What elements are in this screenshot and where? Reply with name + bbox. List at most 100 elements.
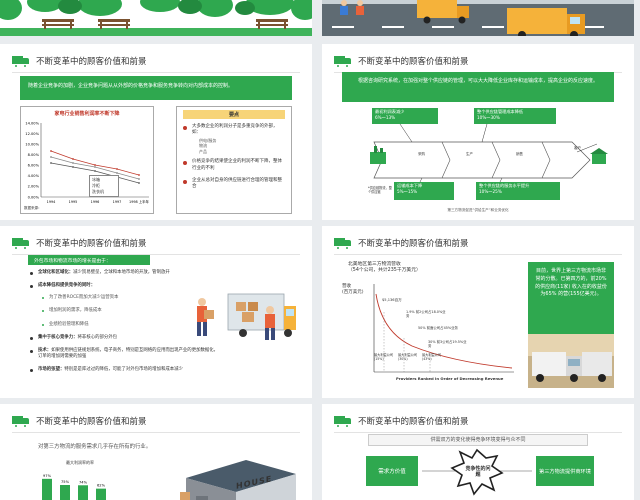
annotation: 50% 前面公司占45%业务 [418,326,458,330]
sub-item: 为了改善ROCE而加大减少运营资本 [42,295,160,301]
flow-label: 销售 [516,152,523,156]
bar-label: 74% [79,480,88,484]
right-box: 第三方物流提供商环境 [536,456,594,486]
banner-text: 随着企业竞争的加剧，企业竞争问题从从外部的价格竞争和服务竞争转向对内部成本的控制… [28,83,234,89]
lead-text: 对第三方物流的服务需求几乎存在所有的行业。 [38,444,152,450]
bar [60,485,70,500]
bar-label: 97% [43,474,52,478]
truck-icon [334,237,352,250]
y-tick-label: 4.00% [28,174,40,178]
sub-point: 产品 [199,148,207,154]
park-illustration [0,0,312,36]
bar [42,478,52,500]
slide-title: 不断变革中的顾客价值和前景 [36,417,147,427]
side-text: 目前，世界上第三方物流市场非常的分散。已第四方的，前20%的供应商(11家) 收… [535,268,607,298]
bar [96,488,106,500]
chart-legend: 冰箱 冷柜 洗衣机 [89,175,119,197]
slide-profit-decline: 不断变革中的顾客价值和前景 随着企业竞争的加剧，企业竞争问题从从外部的价格竞争和… [0,44,312,220]
slide-supply-chain: 不断变革中的顾客价值和前景 根据咨询研究系统，在加强对整个供应链的管理，可以大大… [322,44,634,220]
series-point [116,172,118,174]
y-tick-label: 12.00% [25,132,39,136]
series-point [50,150,52,152]
truck-icon [12,415,30,428]
truck-icon [12,55,30,68]
x-tick-label: 1994 [47,200,56,204]
note: *供应链物流，整个供应链 [368,186,392,194]
key-point: 企业从总对自身的供应链进行合理的管理和整合 [183,178,285,191]
series-point [94,164,96,166]
series-point [138,182,140,184]
series-point [72,166,74,168]
series-point [94,170,96,172]
slide-3pl-demand: 不断变革中的顾客价值和前景 对第三方物流的服务需求几乎存在所有的行业。 最大利润… [0,404,312,500]
revenue-curve-chart [373,284,514,373]
slide-road-scene [322,0,634,36]
flow-label: 采购 [418,152,425,156]
divider [12,72,300,73]
truck-icon [334,55,352,68]
reason-item: 技术：如果使用供应链规划系统，电子商务，特别是互网络的应用而出现产业的更加数据化… [30,348,220,360]
divider [12,432,300,433]
slide-title: 不断变革中的顾客价值和前景 [358,239,469,249]
bar [78,485,88,500]
x-label: Providers Ranked in Order of Decreasing … [396,376,504,381]
y-tick-label: 14.00% [25,121,39,125]
divider [334,432,622,433]
key-point: 价格竞争的结果使企业的利润不断下降，整体行业的不利 [183,159,285,172]
side-text-box: 目前，世界上第三方物流市场非常的分散。已第四方的，前20%的供应商(11家) 收… [528,262,614,388]
caption: 第三方物流促进“供给生产”和业务优化 [447,208,509,212]
chart-panel: 家电行业销售利润率不断下降 14.00% 12.00% 10.00% 8.00% 6.0… [20,106,154,214]
slide-title: 不断变革中的顾客价值和前景 [36,239,147,249]
annotation: 30% 前3公司占19.5%业务 [428,340,467,349]
series-point [94,166,96,168]
key-points-panel: 要点 大多数企业的利润分子是多重竞争的外部，如： 供电/服务 物流 产品 价格竞… [176,106,292,214]
store-icon [590,148,608,164]
annotation: $5,136百万 [382,298,402,302]
annotation: 最大利益公司 (43%) [422,353,442,361]
banner: 随着企业竞争的加剧，企业竞争问题从从外部的价格竞争和服务竞争转向对内部成本的控制… [20,76,292,100]
box-top-left: 最初利润表减少 6%～13% [372,108,438,124]
sub-item: 业绩检验管理和降低 [42,322,160,328]
truck-icon [334,415,352,428]
x-tick-label: 1997 [113,200,122,204]
y-tick-label: 2.00% [28,185,40,189]
key-points-title: 要点 [183,110,285,119]
annotation: 最大利益公司 (30%) [398,353,418,361]
x-tick-label: 1996 [91,200,100,204]
left-box: 需求方价值 [366,456,418,486]
center-label: 竞争性的问题 [465,466,491,478]
chart-title: 最大利润率的率 [66,460,94,465]
slide-title: 不断变革中的顾客价值和前景 [36,57,147,67]
truck-photo [528,334,614,388]
slide-title: 不断变革中的顾客价值和前景 [358,417,469,427]
key-point: 大多数企业的利润分子是多重竞争的外部，如： [183,124,285,137]
flow-label: 生产 [466,152,473,156]
series-point [116,168,118,170]
reason-item: 全球化和区域化：减少贸易壁垒，全球和本地市场的开放，管制放开 [30,270,290,276]
legend-item: 洗衣机 [92,189,104,194]
y-tick-label: 10.00% [25,142,39,146]
truck-icon [12,237,30,250]
bar-label: 75% [61,480,70,484]
slide-title: 不断变革中的顾客价值和前景 [358,57,469,67]
box-bottom-left: 运输成本下降 5%～15% [394,182,454,200]
profit-line-chart: 14.00% 12.00% 10.00% 8.00% 6.00% 4.00% 2.00% 0.… [25,121,149,204]
y-tick-label: 6.00% [28,164,40,168]
annotation: 1.9% 前2公司占18.0%业务 [406,310,446,319]
banner: 根据咨询研究系统，在加强对整个供应链的管理，可以大大降低企业库存和运输成本，提高… [342,72,614,102]
chart-source: 数据来源： [24,206,42,210]
warehouse-illustration [180,460,296,500]
title-box: 供需双方的变化使得竞争环境变得与众不同 [368,434,588,446]
x-tick-label: 1995 [69,200,78,204]
bar-chart: 97% 75% 74% 62% [42,474,106,500]
road-illustration [322,0,634,36]
series-point [72,158,74,160]
box-bottom-right: 整个供应链的服务水平提升 10%～25% [476,182,560,200]
tag: 外包市场和物流市场的增长是由于： [28,255,150,265]
series-point [138,178,140,180]
box-top-right: 整个供应链管理成本降低 10%～30% [474,108,556,124]
loading-truck-illustration [197,293,296,340]
x-tick-label: 1998 上半年 [129,199,149,204]
y-tick-label: 0.00% [28,195,40,199]
slide-3pl-revenue: 不断变革中的顾客价值和前景 北美地区第三方物流营收 （54个公司，共计235千万… [322,226,634,398]
